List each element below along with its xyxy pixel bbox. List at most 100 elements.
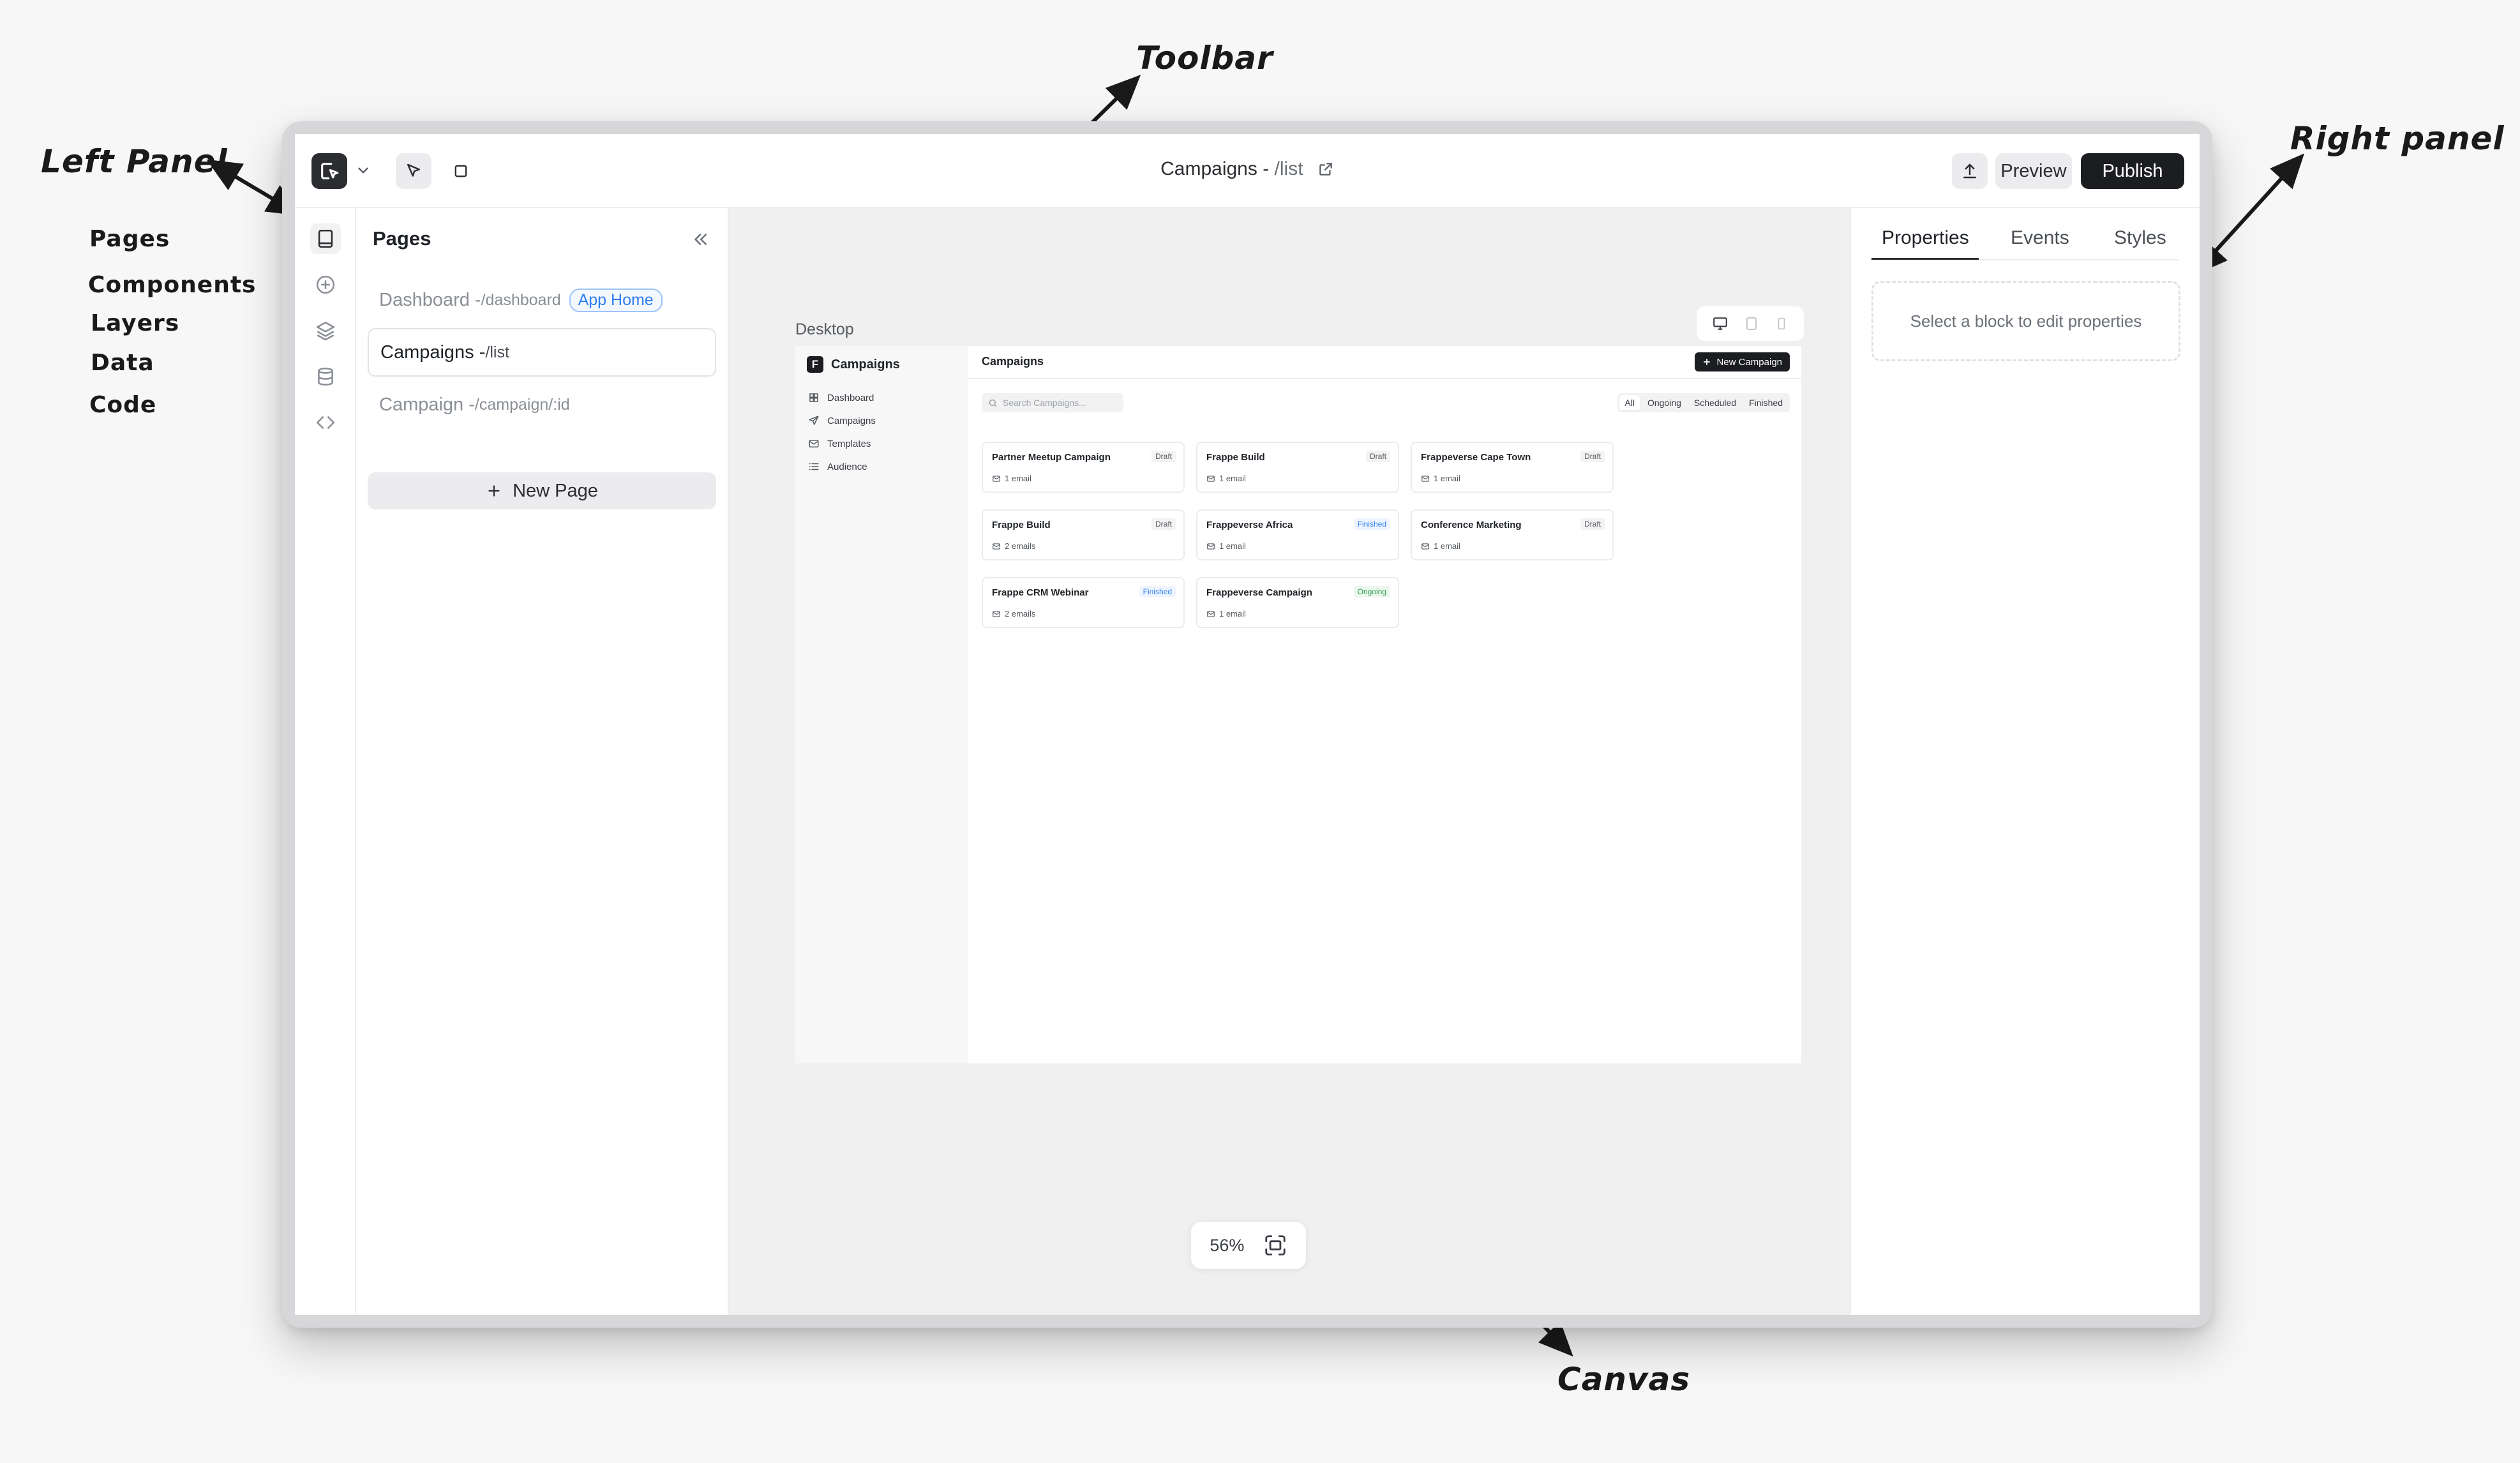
properties-empty-state: Select a block to edit properties — [1871, 281, 2180, 361]
mail-icon — [1207, 475, 1215, 482]
tab-properties[interactable]: Properties — [1882, 227, 1969, 249]
campaign-meta: 1 email — [1206, 474, 1246, 483]
new-page-button[interactable]: New Page — [368, 472, 716, 509]
layers-icon — [316, 321, 335, 341]
tablet-icon[interactable] — [1744, 316, 1759, 331]
preview-sidebar: F Campaigns Dashboard Campaigns Template… — [795, 346, 968, 1063]
campaign-card[interactable]: Frappeverse Africa Finished 1 email — [1196, 509, 1399, 560]
annotation-components: Components — [88, 272, 257, 298]
campaign-email-count: 1 email — [1219, 474, 1246, 483]
campaign-status-badge: Draft — [1580, 451, 1605, 462]
preview-search-placeholder: Search Campaigns... — [1003, 398, 1086, 408]
page-preview[interactable]: F Campaigns Dashboard Campaigns Template… — [795, 346, 1801, 1063]
campaign-card[interactable]: Frappe CRM Webinar Finished 2 emails — [982, 577, 1185, 628]
campaign-email-count: 1 email — [1434, 541, 1460, 551]
campaign-meta: 1 email — [1421, 474, 1460, 483]
preview-search-input[interactable]: Search Campaigns... — [982, 393, 1123, 412]
annotation-toolbar: Toolbar — [1136, 40, 1273, 77]
campaign-name: Frappe Build — [992, 520, 1051, 530]
publish-button[interactable]: Publish — [2081, 153, 2184, 189]
zoom-level[interactable]: 56% — [1210, 1236, 1244, 1256]
preview-filter-scheduled[interactable]: Scheduled — [1689, 395, 1741, 410]
campaign-card[interactable]: Frappe Build Draft 1 email — [1196, 442, 1399, 493]
campaign-status-badge: Draft — [1151, 451, 1176, 462]
page-title-name: Campaigns - — [1160, 158, 1275, 179]
mail-icon — [993, 543, 1000, 550]
campaign-card[interactable]: Conference Marketing Draft 1 email — [1411, 509, 1614, 560]
campaign-card[interactable]: Frappeverse Cape Town Draft 1 email — [1411, 442, 1614, 493]
rail-pages-button[interactable] — [310, 223, 341, 254]
rail-layers-button[interactable] — [310, 315, 341, 346]
preview-filter-ongoing[interactable]: Ongoing — [1642, 395, 1686, 410]
page-item-name: Dashboard - — [379, 289, 481, 310]
canvas[interactable]: Desktop F Campaigns Dashboard Campaigns — [729, 208, 1850, 1315]
campaign-card[interactable]: Frappeverse Campaign Ongoing 1 email — [1196, 577, 1399, 628]
preview-filter-finished[interactable]: Finished — [1744, 395, 1788, 410]
campaign-name: Frappe CRM Webinar — [992, 587, 1089, 598]
pages-panel: Pages Dashboard - /dashboard App Home Ca… — [356, 208, 729, 1315]
upload-button[interactable] — [1952, 153, 1988, 189]
search-icon — [989, 399, 997, 407]
preview-nav-dashboard[interactable]: Dashboard — [808, 392, 874, 403]
grid-icon — [809, 393, 818, 402]
campaign-meta: 1 email — [992, 474, 1031, 483]
page-item-route: /list — [485, 343, 509, 361]
rail-data-button[interactable] — [310, 361, 341, 392]
page-item-campaigns[interactable]: Campaigns - /list — [368, 328, 716, 377]
annotation-data: Data — [91, 350, 154, 376]
right-panel: Properties Events Styles Select a block … — [1850, 208, 2200, 1315]
device-toggle — [1697, 306, 1804, 341]
preview-filter-all[interactable]: All — [1619, 395, 1640, 410]
fit-to-screen-icon[interactable] — [1263, 1233, 1287, 1257]
annotation-pages: Pages — [89, 226, 170, 252]
list-icon — [809, 463, 819, 470]
annotation-right-panel: Right panel — [2290, 120, 2505, 157]
preview-page-title: Campaigns — [982, 355, 1044, 368]
preview-nav-campaigns[interactable]: Campaigns — [808, 415, 876, 426]
campaign-meta: 1 email — [1206, 609, 1246, 619]
preview-button[interactable]: Preview — [1995, 153, 2072, 189]
tab-events[interactable]: Events — [2011, 227, 2069, 249]
campaign-card[interactable]: Partner Meetup Campaign Draft 1 email — [982, 442, 1185, 493]
preview-nav-label: Campaigns — [827, 415, 876, 426]
preview-nav-label: Dashboard — [827, 392, 874, 403]
campaign-card[interactable]: Frappe Build Draft 2 emails — [982, 509, 1185, 560]
campaign-email-count: 1 email — [1219, 609, 1246, 619]
campaign-meta: 1 email — [1206, 541, 1246, 551]
preview-nav-templates[interactable]: Templates — [808, 438, 871, 449]
page-title-route: /list — [1274, 158, 1303, 179]
rail-components-button[interactable] — [310, 269, 341, 300]
preview-nav-audience[interactable]: Audience — [808, 461, 867, 472]
campaign-name: Frappeverse Africa — [1206, 520, 1293, 530]
campaign-status-badge: Ongoing — [1353, 586, 1390, 597]
builder-app: Campaigns - /list Preview Publish Pages — [295, 134, 2200, 1315]
campaign-email-count: 1 email — [1005, 474, 1031, 483]
collapse-panel-icon[interactable] — [691, 230, 710, 249]
preview-brand-logo: F — [807, 356, 823, 373]
desktop-icon[interactable] — [1712, 315, 1729, 332]
page-item-campaign[interactable]: Campaign - /campaign/:id — [368, 380, 716, 429]
annotation-left-panel: Left Panel — [41, 143, 228, 180]
plus-icon — [488, 485, 500, 497]
arrow-right-panel — [2193, 153, 2305, 276]
campaign-status-badge: Draft — [1580, 518, 1605, 530]
page-item-dashboard[interactable]: Dashboard - /dashboard App Home — [368, 276, 716, 324]
page-item-route: /dashboard — [481, 290, 560, 309]
preview-new-campaign-button[interactable]: New Campaign — [1695, 352, 1790, 371]
pages-panel-title: Pages — [373, 227, 431, 250]
campaign-name: Frappeverse Campaign — [1206, 587, 1312, 598]
pages-icon — [318, 229, 333, 248]
rail-code-button[interactable] — [310, 407, 341, 438]
zoom-control: 56% — [1191, 1222, 1306, 1269]
active-tab-indicator — [1871, 258, 1979, 260]
campaign-meta: 1 email — [1421, 541, 1460, 551]
mobile-icon[interactable] — [1774, 316, 1789, 331]
campaign-status-badge: Finished — [1139, 586, 1176, 597]
annotation-code: Code — [89, 392, 157, 418]
campaign-email-count: 2 emails — [1005, 609, 1036, 619]
preview-brand-name: Campaigns — [831, 357, 900, 371]
mail-icon — [1421, 475, 1429, 482]
mail-icon — [1207, 543, 1215, 550]
tab-styles[interactable]: Styles — [2114, 227, 2166, 249]
external-link-icon[interactable] — [1317, 161, 1334, 177]
